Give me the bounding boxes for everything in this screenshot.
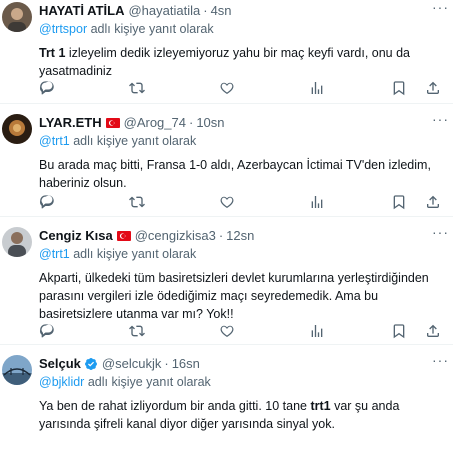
reply-suffix: adlı kişiye yanıt olarak [87,22,214,36]
tweet-1[interactable]: HAYATİ ATİLA @hayatiatila · 4sn @trtspor… [0,0,453,104]
action-bar [39,194,447,212]
tweet-text: Bu arada maç bitti, Fransa 1-0 aldı, Aze… [39,158,431,190]
user-handle[interactable]: @selcukjk [102,355,161,373]
action-bar [39,80,447,98]
avatar[interactable] [2,2,32,32]
tweet-text-rest: izleyelim dedik izleyemiyoruz yahu bir m… [39,46,410,78]
views-chart-icon[interactable] [309,194,325,210]
retweet-icon[interactable] [129,80,145,96]
bookmark-icon[interactable] [391,194,407,210]
reply-suffix: adlı kişiye yanıt olarak [69,134,197,148]
reply-mention-link[interactable]: @trt1 [39,134,70,148]
views-chart-icon[interactable] [309,80,325,96]
user-handle[interactable]: @hayatiatila [128,2,200,20]
timestamp[interactable]: 4sn [211,2,232,20]
more-options-icon[interactable]: ··· [432,112,449,126]
heart-icon[interactable] [219,80,235,96]
display-name[interactable]: Cengiz Kısa [39,227,113,245]
reply-mention-link[interactable]: @trtspor [39,22,87,36]
timestamp[interactable]: 10sn [196,114,224,132]
tweet-text-bold: trt1 [310,399,331,413]
user-handle[interactable]: @cengizkisa3 [135,227,216,245]
tweet-3[interactable]: Cengiz Kısa @cengizkisa3 · 12sn @trt1 ad… [0,217,453,345]
more-options-icon[interactable]: ··· [432,225,449,239]
share-icon[interactable] [425,323,441,339]
reply-mention-link[interactable]: @trt1 [39,247,70,261]
reply-suffix: adlı kişiye yanıt olarak [69,247,197,261]
action-bar [39,323,447,341]
reply-icon[interactable] [39,80,55,96]
avatar[interactable] [2,355,32,385]
tweet-4[interactable]: Selçuk @selcukjk · 16sn @bjklidr adlı ki… [0,345,453,449]
separator-dot: · [164,356,169,371]
reply-context: @trtspor adlı kişiye yanıt olarak [39,20,447,38]
tweet-text: Akparti, ülkedeki tüm basiretsizleri dev… [39,271,429,321]
display-name[interactable]: LYAR.ETH [39,114,102,132]
verified-badge-icon [84,357,98,371]
turkey-flag-icon [105,118,120,128]
timestamp[interactable]: 12sn [226,227,254,245]
timestamp[interactable]: 16sn [172,355,200,373]
share-icon[interactable] [425,194,441,210]
tweet-text: Ya ben de rahat izliyordum bir anda gitt… [39,397,447,433]
heart-icon[interactable] [219,323,235,339]
user-handle[interactable]: @Arog_74 [124,114,186,132]
display-name[interactable]: Selçuk [39,355,81,373]
more-options-icon[interactable]: ··· [432,0,449,14]
reply-mention-link[interactable]: @bjklidr [39,375,84,389]
reply-context: @trt1 adlı kişiye yanıt olarak [39,245,447,263]
reply-icon[interactable] [39,323,55,339]
reply-context: @trt1 adlı kişiye yanıt olarak [39,132,447,150]
more-options-icon[interactable]: ··· [432,353,449,367]
separator-dot: · [188,115,194,130]
views-chart-icon[interactable] [309,323,325,339]
tweet-2[interactable]: LYAR.ETH @Arog_74 · 10sn @trt1 adlı kişi… [0,104,453,217]
heart-icon[interactable] [219,194,235,210]
turkey-flag-icon [116,231,131,241]
display-name[interactable]: HAYATİ ATİLA [39,2,124,20]
retweet-icon[interactable] [129,194,145,210]
tweet-text-bold: Trt 1 [39,46,66,60]
reply-icon[interactable] [39,194,55,210]
avatar[interactable] [2,114,32,144]
tweet-text-part1: Ya ben de rahat izliyordum bir anda gitt… [39,399,311,413]
avatar[interactable] [2,227,32,257]
separator-dot: · [218,228,224,243]
separator-dot: · [203,3,208,18]
bookmark-icon[interactable] [391,80,407,96]
retweet-icon[interactable] [129,323,145,339]
reply-suffix: adlı kişiye yanıt olarak [84,375,211,389]
share-icon[interactable] [425,80,441,96]
reply-context: @bjklidr adlı kişiye yanıt olarak [39,373,447,391]
tweet-text: Trt 1 izleyelim dedik izleyemiyoruz yahu… [39,44,447,80]
bookmark-icon[interactable] [391,323,407,339]
